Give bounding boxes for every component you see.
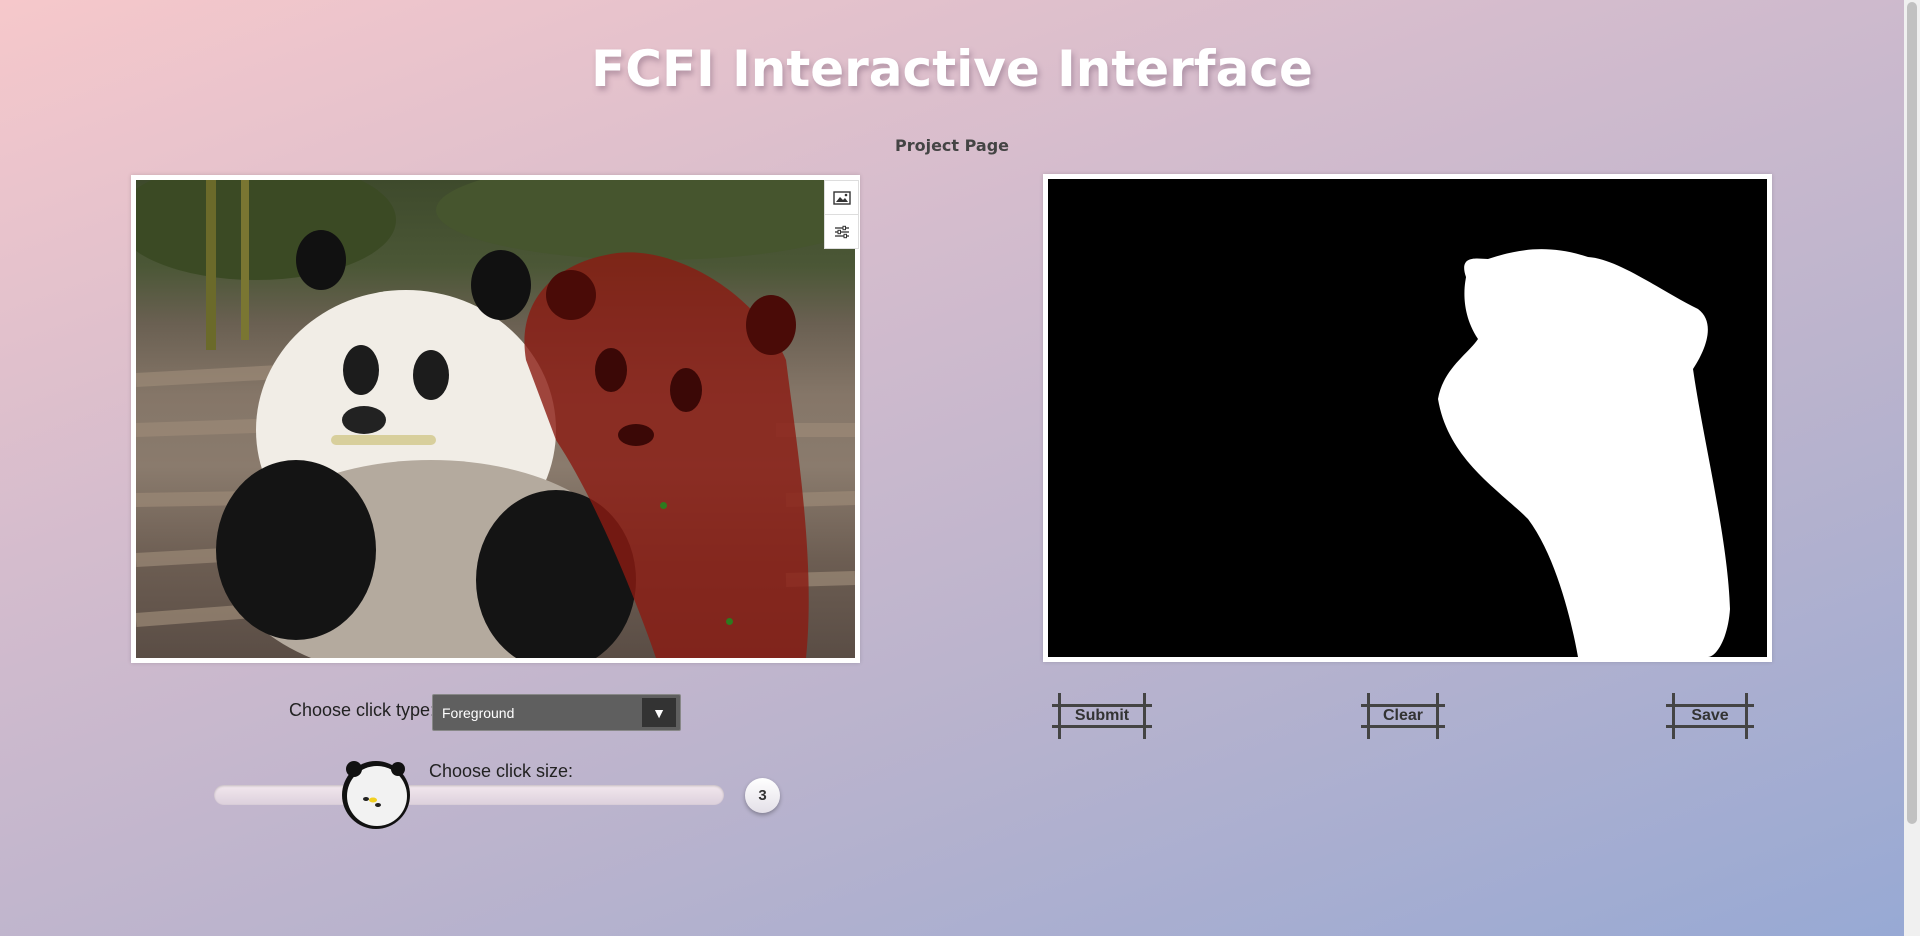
click-type-value: Foreground	[442, 705, 515, 721]
click-point	[726, 618, 733, 625]
click-type-select[interactable]: Foreground ▼	[432, 694, 681, 731]
click-size-slider[interactable]	[214, 785, 724, 805]
page-scrollbar[interactable]	[1904, 0, 1920, 936]
input-image-panel	[131, 175, 860, 663]
panda-icon	[342, 761, 410, 829]
panda-slider-thumb[interactable]	[338, 755, 414, 831]
click-size-label: Choose click size:	[429, 761, 574, 781]
click-type-label: Choose click type:	[289, 700, 436, 720]
click-size-value: 3	[745, 778, 780, 813]
mask-canvas	[1048, 179, 1767, 657]
save-button[interactable]: Save	[1666, 693, 1754, 739]
input-image-canvas[interactable]	[136, 180, 855, 658]
page-title: FCFI Interactive Interface	[591, 40, 1313, 98]
clear-button[interactable]: Clear	[1361, 693, 1445, 739]
scrollbar-thumb[interactable]	[1907, 2, 1917, 824]
image-tool-button[interactable]	[824, 180, 859, 215]
submit-button[interactable]: Submit	[1052, 693, 1152, 739]
mask-output-panel	[1043, 174, 1772, 662]
click-point	[660, 502, 667, 509]
adjust-tool-button[interactable]	[824, 214, 859, 249]
sliders-icon	[834, 225, 849, 238]
project-page-link[interactable]: Project Page	[0, 136, 1904, 155]
image-icon	[832, 190, 851, 205]
segmentation-mask	[1438, 249, 1730, 657]
panda-photo	[136, 180, 855, 658]
chevron-down-icon: ▼	[642, 698, 676, 727]
